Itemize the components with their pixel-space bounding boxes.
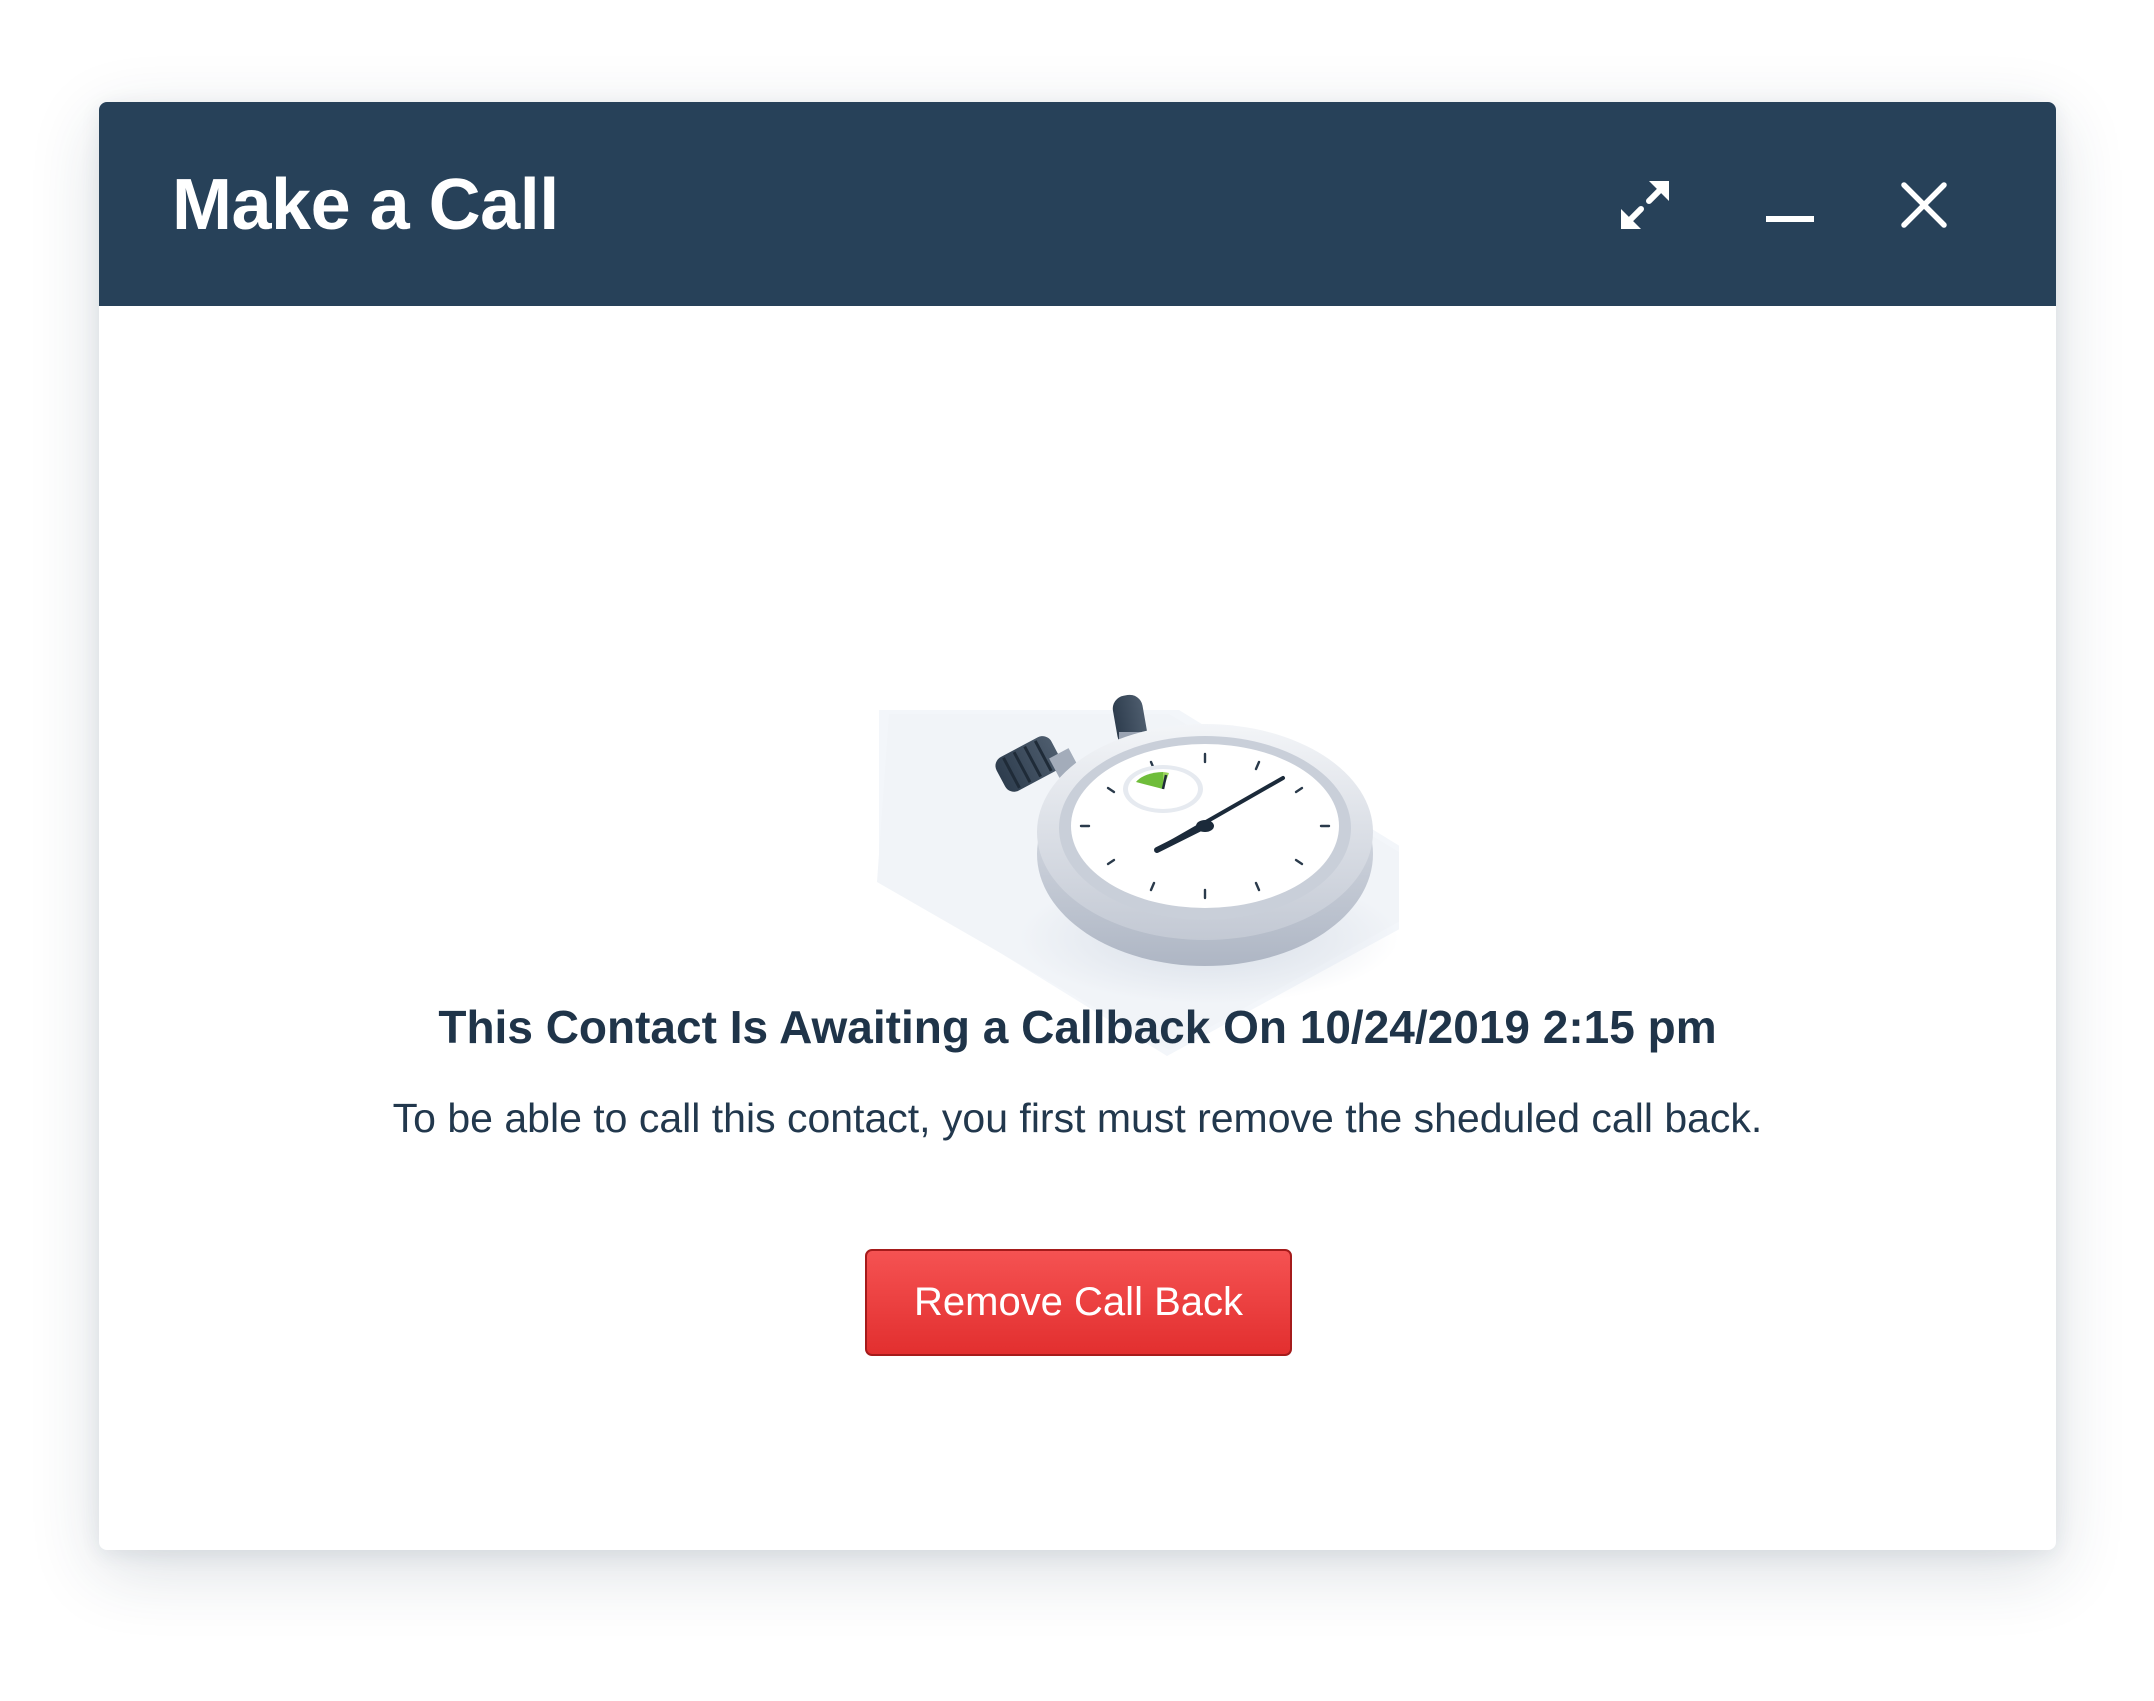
minimize-button[interactable]: [1742, 157, 1838, 253]
stopwatch-illustration: [759, 582, 1471, 1062]
minimize-icon: [1766, 216, 1814, 222]
close-icon: [1901, 182, 1947, 228]
remove-call-back-button[interactable]: Remove Call Back: [865, 1249, 1292, 1356]
callback-heading: This Contact Is Awaiting a Callback On 1…: [438, 1001, 1717, 1053]
make-a-call-dialog: Make a Call This Contact Is Awaiting a C…: [99, 102, 2056, 1550]
callback-description: To be able to call this contact, you fir…: [392, 1095, 1763, 1141]
expand-arrows-icon: [1621, 181, 1669, 229]
dialog-title: Make a Call: [172, 165, 559, 245]
close-button[interactable]: [1876, 157, 1972, 253]
dialog-titlebar: Make a Call: [99, 102, 2056, 306]
stopwatch-icon: [877, 694, 1471, 1056]
expand-button[interactable]: [1597, 157, 1693, 253]
